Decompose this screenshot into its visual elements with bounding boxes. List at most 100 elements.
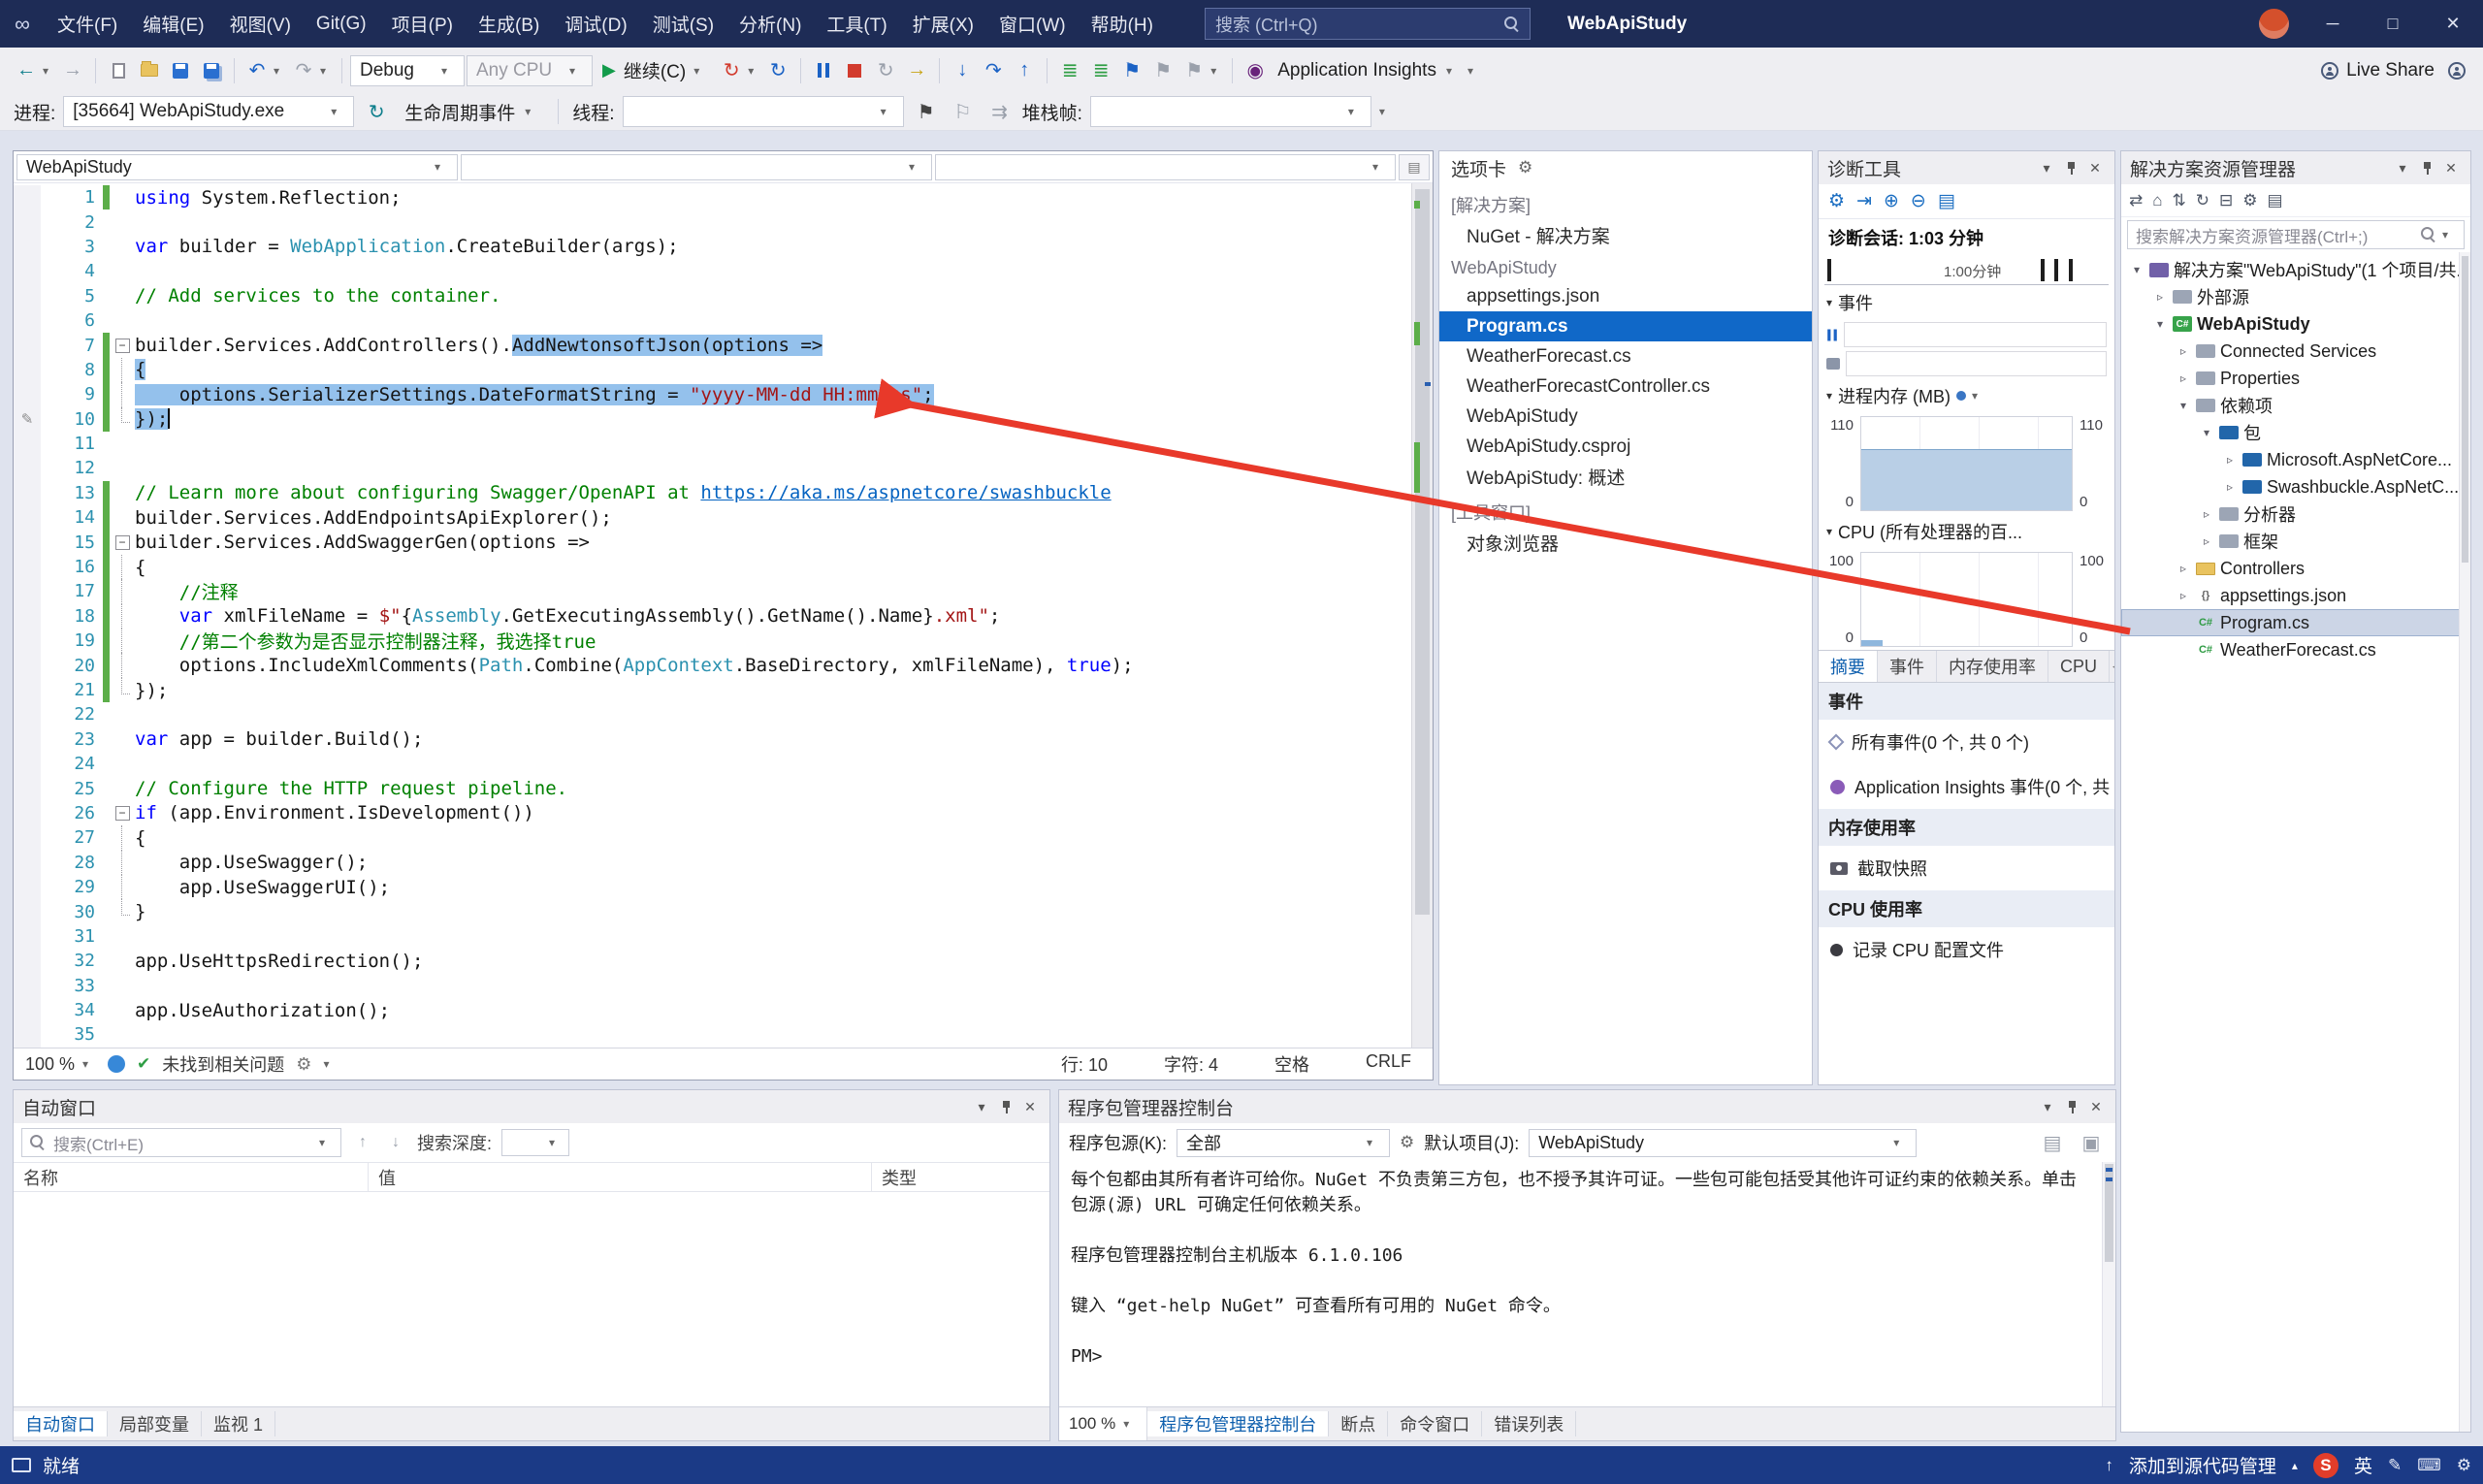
window-menu-icon[interactable]: ▾	[971, 1099, 992, 1115]
navigate-back-icon[interactable]: ←	[12, 54, 41, 87]
save-icon[interactable]	[166, 54, 195, 87]
bookmark-icon[interactable]: ⚑	[1117, 54, 1146, 87]
code-text[interactable]: });	[135, 680, 168, 701]
tree-item[interactable]: ▾C#WebApiStudy	[2121, 310, 2470, 338]
home-icon[interactable]: ⌂	[2152, 191, 2162, 210]
code-text[interactable]: options.SerializerSettings.DateFormatStr…	[135, 384, 934, 405]
document-tab[interactable]: WebApiStudy	[1439, 402, 1812, 432]
maximize-button[interactable]: □	[2363, 0, 2423, 48]
expander-icon[interactable]: ▹	[2176, 344, 2191, 358]
outline-margin[interactable]: −	[110, 333, 135, 357]
ime-mode-indicator[interactable]: 英	[2354, 1452, 2372, 1478]
console-output[interactable]: 每个包都由其所有者许可给你。NuGet 不负责第三方包，也不授予其许可证。一些包…	[1059, 1162, 2115, 1406]
outline-margin[interactable]	[110, 949, 135, 973]
menu-item[interactable]: Git(G)	[304, 0, 379, 48]
glyph-margin[interactable]	[14, 333, 41, 357]
take-snapshot-row[interactable]: 截取快照	[1819, 846, 2114, 890]
menu-item[interactable]: 工具(T)	[814, 0, 899, 48]
code-text[interactable]: builder.Services.AddControllers().AddNew…	[135, 335, 822, 356]
scrollbar-thumb[interactable]	[2462, 256, 2468, 563]
background-tasks-icon[interactable]	[12, 1458, 31, 1472]
document-tab[interactable]: WeatherForecastController.cs	[1439, 371, 1812, 402]
outline-margin[interactable]	[110, 210, 135, 234]
glyph-margin[interactable]	[14, 555, 41, 579]
column-name[interactable]: 名称	[14, 1163, 369, 1191]
step-over-icon[interactable]: ↷	[979, 54, 1008, 87]
clear-console-icon[interactable]: ▤	[2038, 1126, 2067, 1159]
code-text[interactable]: options.IncludeXmlComments(Path.Combine(…	[135, 655, 1134, 676]
tree-item[interactable]: ▹Microsoft.AspNetCore...	[2121, 446, 2470, 473]
glyph-margin[interactable]	[14, 974, 41, 998]
outline-margin[interactable]	[110, 382, 135, 406]
stop-debug-icon[interactable]	[840, 54, 869, 87]
tree-item[interactable]: ▹Properties	[2121, 365, 2470, 392]
refresh-icon[interactable]: ↻	[2196, 191, 2209, 210]
memory-section-header[interactable]: ▾进程内存 (MB)▾	[1819, 378, 2114, 413]
thread-dropdown[interactable]: ▾	[623, 96, 904, 127]
settings-gear-icon[interactable]: ⚙	[1828, 190, 1845, 212]
outline-margin[interactable]	[110, 678, 135, 702]
solution-platforms-dropdown[interactable]: Any CPU▾	[467, 55, 593, 86]
glyph-margin[interactable]	[14, 727, 41, 752]
document-tab[interactable]: Program.cs	[1439, 311, 1812, 341]
tree-item[interactable]: ▾依赖项	[2121, 392, 2470, 419]
outline-margin[interactable]	[110, 579, 135, 603]
preview-selected-icon[interactable]: ▤	[2268, 191, 2283, 210]
restart-debug-icon[interactable]: ↻	[871, 54, 900, 87]
glyph-margin[interactable]	[14, 702, 41, 726]
eol-indicator[interactable]: CRLF	[1366, 1051, 1411, 1077]
app-insights-events-row[interactable]: Application Insights 事件(0 个, 共 0 个)	[1819, 764, 2114, 809]
flag-outline-icon[interactable]: ⚐	[949, 95, 978, 128]
close-icon[interactable]: ✕	[1019, 1099, 1041, 1115]
outline-margin[interactable]	[110, 825, 135, 850]
ime-settings-icon[interactable]: ⚙	[2457, 1456, 2471, 1475]
reset-view-icon[interactable]: ▤	[1938, 190, 1955, 212]
events-section-header[interactable]: ▾事件	[1819, 285, 2114, 320]
code-text[interactable]: var xmlFileName = $"{Assembly.GetExecuti…	[135, 605, 1000, 627]
collapse-all-icon[interactable]: ⊟	[2219, 191, 2233, 210]
glyph-margin[interactable]	[14, 924, 41, 949]
caret-up-icon[interactable]: ▴	[2292, 1459, 2298, 1472]
switch-views-icon[interactable]: ⇄	[2129, 191, 2143, 210]
code-text[interactable]: {	[135, 359, 145, 380]
pin-icon[interactable]	[2421, 161, 2433, 176]
cpu-section-header[interactable]: ▾CPU (所有处理器的百...	[1819, 514, 2114, 549]
code-text[interactable]: app.UseSwaggerUI();	[135, 877, 390, 898]
column-value[interactable]: 值	[369, 1163, 872, 1191]
editor-zoom-dropdown[interactable]: 100 %▾	[25, 1054, 96, 1075]
outline-margin[interactable]	[110, 629, 135, 653]
tree-item[interactable]: ▹框架	[2121, 528, 2470, 555]
outline-margin[interactable]	[110, 555, 135, 579]
outline-margin[interactable]	[110, 899, 135, 923]
outline-margin[interactable]	[110, 185, 135, 210]
tool-tab[interactable]: 命令窗口	[1388, 1411, 1482, 1436]
glyph-margin[interactable]	[14, 801, 41, 825]
search-up-icon[interactable]: ↑	[351, 1134, 374, 1151]
hot-reload-icon[interactable]: ↻	[717, 54, 746, 87]
close-icon[interactable]: ✕	[2084, 160, 2106, 177]
account-avatar[interactable]	[2259, 9, 2289, 39]
all-events-row[interactable]: 所有事件(0 个, 共 0 个)	[1819, 720, 2114, 764]
scrollbar-thumb[interactable]	[1415, 189, 1430, 915]
ime-pencil-icon[interactable]: ✎	[2388, 1456, 2402, 1475]
step-out-icon[interactable]: ↑	[1010, 54, 1039, 87]
stop-command-icon[interactable]: ▣	[2077, 1126, 2106, 1159]
menu-item[interactable]: 编辑(E)	[130, 0, 216, 48]
type-dropdown[interactable]: ▾	[461, 154, 932, 180]
glyph-margin[interactable]	[14, 210, 41, 234]
ime-keyboard-icon[interactable]: ⌨	[2417, 1456, 2441, 1475]
outline-margin[interactable]	[110, 653, 135, 677]
outline-margin[interactable]	[110, 875, 135, 899]
document-tab[interactable]: NuGet - 解决方案	[1439, 220, 1812, 250]
glyph-margin[interactable]	[14, 259, 41, 283]
tab-scroll-left-icon[interactable]: ◂	[2110, 651, 2115, 682]
outline-margin[interactable]	[110, 752, 135, 776]
next-bookmark-icon[interactable]: ⚑	[1179, 54, 1209, 87]
glyph-margin[interactable]	[14, 949, 41, 973]
expander-icon[interactable]: ▹	[2199, 507, 2214, 521]
search-depth-dropdown[interactable]: ▾	[501, 1129, 569, 1156]
glyph-margin[interactable]	[14, 308, 41, 333]
tasklist-run-icon[interactable]: ≣	[1086, 54, 1115, 87]
toolbar-overflow-icon[interactable]: ▾	[1467, 64, 1481, 78]
menu-item[interactable]: 视图(V)	[217, 0, 304, 48]
